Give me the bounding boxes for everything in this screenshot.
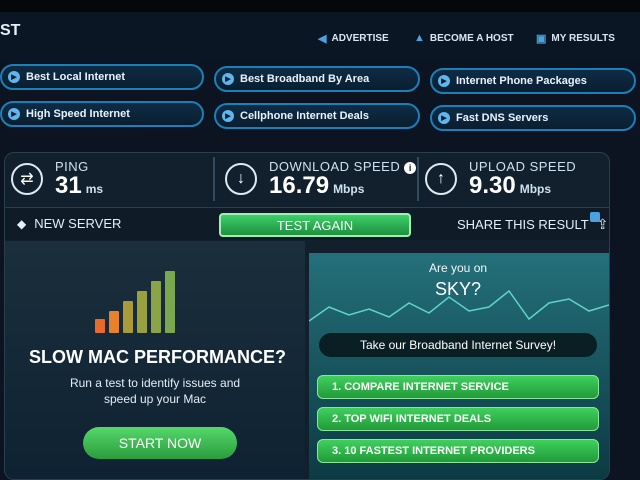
ping-unit: ms [85,182,104,196]
signal-bar [123,301,133,333]
quick-link-cellphone-internet-deals[interactable]: ▶ Cellphone Internet Deals [214,103,420,129]
ad-headline: SLOW MAC PERFORMANCE? [29,347,286,367]
advertise-label: ADVERTISE [331,33,389,44]
test-again-button[interactable]: TEST AGAIN [219,213,411,237]
my-results-link[interactable]: ▣ MY RESULTS [536,32,615,45]
compare-internet-service-button[interactable]: 1. COMPARE INTERNET SERVICE [317,375,599,399]
quick-link-fast-dns-servers[interactable]: ▶ Fast DNS Servers [430,105,636,131]
quick-link-label: High Speed Internet [26,108,130,120]
ping-value: 31 [55,172,82,199]
download-unit: Mbps [333,182,365,196]
start-now-button[interactable]: START NOW [83,427,237,459]
brand-logo[interactable]: ST [0,22,20,40]
result-action-bar: ◆ NEW SERVER TEST AGAIN SHARE THIS RESUL… [5,207,609,240]
speedtest-result-panel: ⇄ PING 31 ms ↓ DOWNLOAD SPEED i 16.79 Mbps… [4,152,610,480]
results-icon: ▣ [536,33,547,45]
become-host-link[interactable]: ▲ BECOME A HOST [414,32,514,44]
become-host-label: BECOME A HOST [429,32,514,44]
signal-bar [151,281,161,333]
quick-link-label: Fast DNS Servers [456,112,549,124]
survey-banner[interactable]: Take our Broadband Internet Survey! [319,333,597,357]
upload-value: 9.30 [469,172,516,199]
signal-bars-graphic [95,271,175,333]
megaphone-icon: ◀ [318,33,327,45]
new-server-label: NEW SERVER [34,216,122,231]
ad-question: Are you on [429,261,488,275]
metric-divider [213,157,215,201]
upload-unit: Mbps [519,182,552,196]
sky-survey-ad: Are you on SKY? Take our Broadband Inter… [309,253,609,479]
ad-subtext: Run a test to identify issues and speed … [69,376,241,406]
ad-choices-icon[interactable] [590,212,600,222]
arrow-icon: ▶ [8,108,20,120]
share-result-button[interactable]: SHARE THIS RESULT ⇪ [457,216,608,233]
upload-icon: ▲ [414,32,425,44]
share-label: SHARE THIS RESULT [457,217,589,232]
quick-link-label: Internet Phone Packages [456,75,587,87]
arrow-icon: ▶ [222,110,234,122]
top-wifi-deals-button[interactable]: 2. TOP WIFI INTERNET DEALS [317,407,599,431]
new-server-button[interactable]: ◆ NEW SERVER [17,216,121,231]
download-metric: ↓ DOWNLOAD SPEED i 16.79 Mbps [225,153,425,205]
arrow-icon: ▶ [222,73,234,85]
download-value: 16.79 [269,172,330,199]
server-icon: ◆ [17,216,27,231]
arrow-icon: ▶ [438,112,450,124]
ping-icon: ⇄ [11,163,43,195]
signal-bar [137,291,147,333]
upload-metric: ↑ UPLOAD SPEED 9.30 Mbps [425,153,609,205]
arrow-icon: ▶ [8,71,20,83]
quick-link-high-speed-internet[interactable]: ▶ High Speed Internet [0,101,204,127]
signal-bar [109,311,119,333]
my-results-label: MY RESULTS [551,33,615,44]
ad-provider: SKY? [435,279,482,299]
signal-bar [165,271,175,333]
metric-divider [417,157,419,201]
advertise-link[interactable]: ◀ ADVERTISE [318,32,389,45]
download-icon: ↓ [225,163,257,195]
quick-link-label: Best Local Internet [26,71,126,83]
quick-link-label: Cellphone Internet Deals [240,110,369,122]
quick-link-best-local-internet[interactable]: ▶ Best Local Internet [0,64,204,90]
quick-link-best-broadband-by-area[interactable]: ▶ Best Broadband By Area [214,66,420,92]
fastest-providers-button[interactable]: 3. 10 FASTEST INTERNET PROVIDERS [317,439,599,463]
quick-link-label: Best Broadband By Area [240,73,370,85]
upload-icon: ↑ [425,163,457,195]
browser-top-strip [0,0,640,12]
info-icon[interactable]: i [404,162,417,174]
ping-metric: ⇄ PING 31 ms [11,153,211,205]
arrow-icon: ▶ [438,75,450,87]
quick-link-internet-phone-packages[interactable]: ▶ Internet Phone Packages [430,68,636,94]
signal-bar [95,319,105,333]
